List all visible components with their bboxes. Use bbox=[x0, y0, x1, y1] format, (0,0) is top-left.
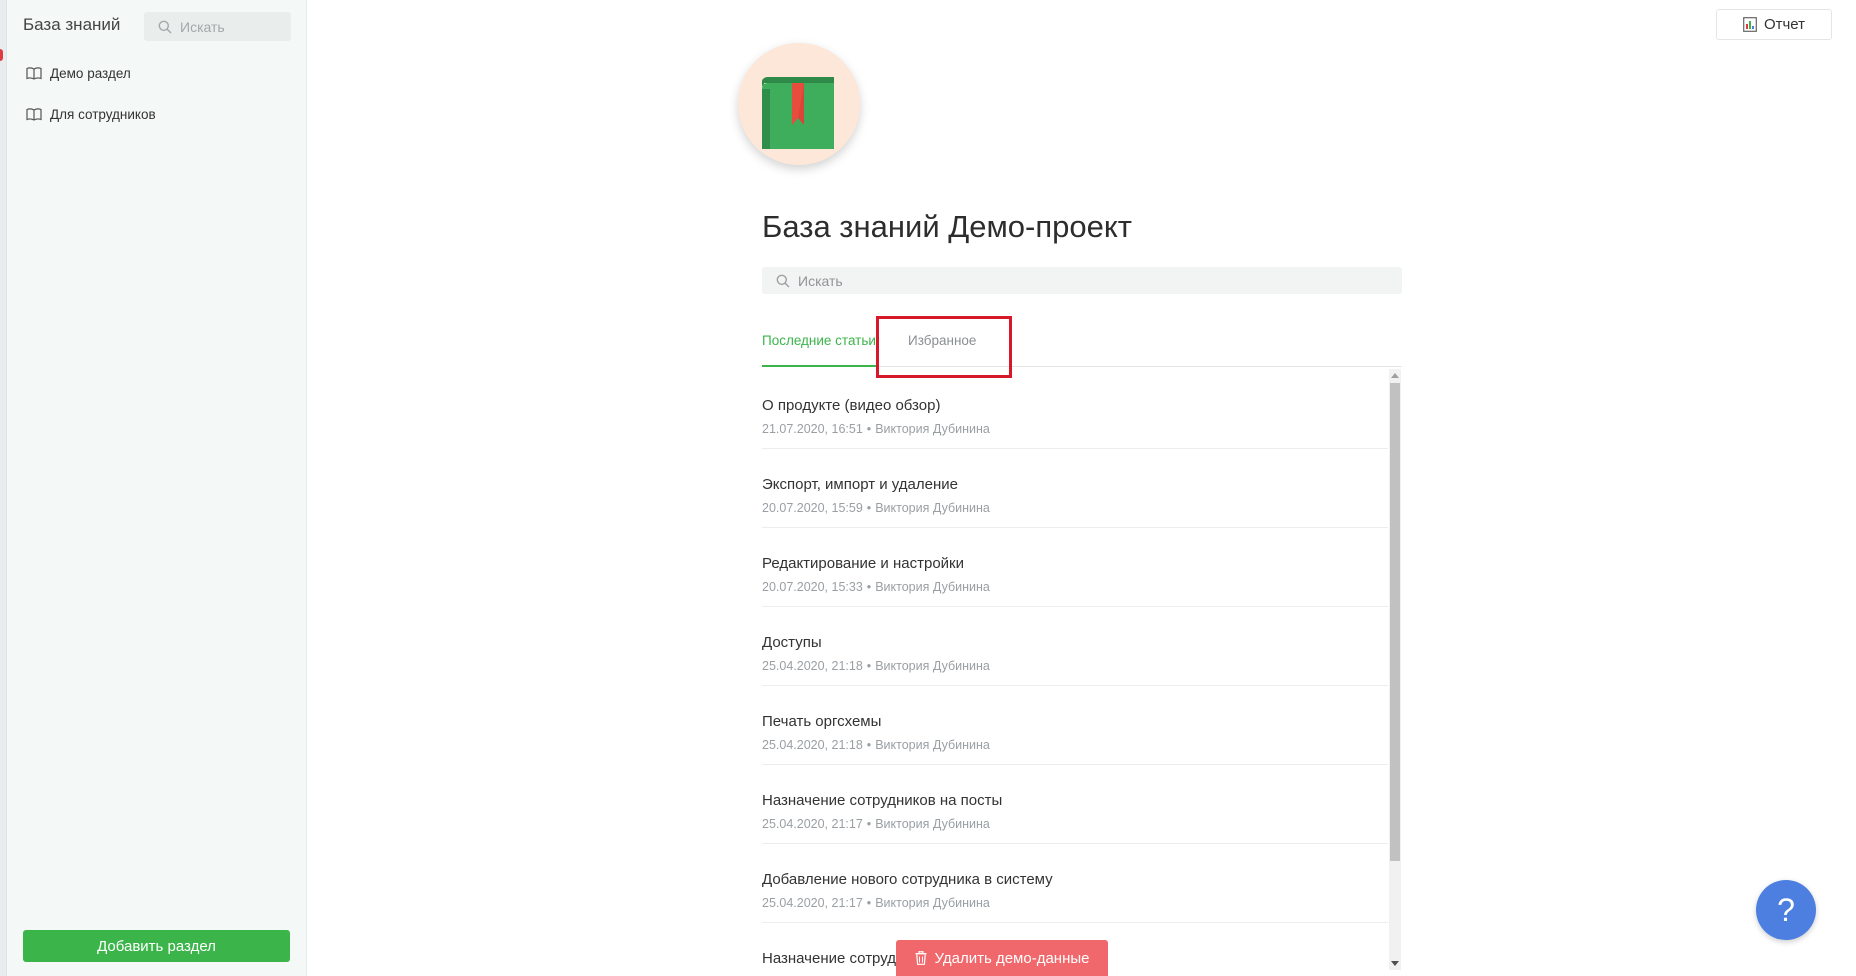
article-author: Виктория Дубинина bbox=[875, 738, 990, 752]
help-button[interactable]: ? bbox=[1756, 880, 1816, 940]
trash-icon bbox=[915, 951, 927, 965]
sidebar-item-label: Для сотрудников bbox=[50, 106, 156, 122]
article-date: 25.04.2020, 21:17 bbox=[762, 896, 863, 910]
article-list: О продукте (видео обзор) 21.07.2020, 16:… bbox=[762, 370, 1388, 976]
article-title: Назначение сотрудников на посты bbox=[762, 792, 1003, 809]
meta-separator: • bbox=[866, 738, 872, 752]
article-meta: 20.07.2020, 15:33 • Виктория Дубинина bbox=[762, 580, 990, 594]
article-item[interactable]: Назначение сотрудников на посты 25.04.20… bbox=[762, 765, 1388, 844]
sidebar-title: База знаний bbox=[23, 15, 121, 34]
sidebar: База знаний Искать Демо раздел Для сотру… bbox=[7, 0, 307, 976]
scroll-down-arrow-icon[interactable] bbox=[1391, 961, 1399, 966]
article-item[interactable]: Экспорт, импорт и удаление 20.07.2020, 1… bbox=[762, 449, 1388, 528]
article-item[interactable]: Добавление нового сотрудника в систему 2… bbox=[762, 844, 1388, 923]
app-edge-strip bbox=[0, 0, 7, 976]
article-date: 25.04.2020, 21:17 bbox=[762, 817, 863, 831]
article-date: 21.07.2020, 16:51 bbox=[762, 422, 863, 436]
article-title: Печать оргсхемы bbox=[762, 713, 882, 730]
article-meta: 20.07.2020, 15:59 • Виктория Дубинина bbox=[762, 501, 990, 515]
article-meta: 25.04.2020, 21:18 • Виктория Дубинина bbox=[762, 659, 990, 673]
article-author: Виктория Дубинина bbox=[875, 580, 990, 594]
sidebar-search-placeholder: Искать bbox=[180, 18, 225, 35]
article-author: Виктория Дубинина bbox=[875, 817, 990, 831]
tab-active-indicator bbox=[762, 365, 876, 367]
article-item[interactable]: Печать оргсхемы 25.04.2020, 21:18 • Виктор… bbox=[762, 686, 1388, 765]
article-title: Экспорт, импорт и удаление bbox=[762, 476, 958, 493]
scroll-up-arrow-icon[interactable] bbox=[1391, 373, 1399, 378]
article-meta: 25.04.2020, 21:18 • Виктория Дубинина bbox=[762, 738, 990, 752]
meta-separator: • bbox=[866, 896, 872, 910]
article-date: 20.07.2020, 15:59 bbox=[762, 501, 863, 515]
tab-recent-articles[interactable]: Последние статьи bbox=[762, 333, 876, 348]
article-item[interactable]: Редактирование и настройки 20.07.2020, 1… bbox=[762, 528, 1388, 607]
article-list-scrollbar[interactable] bbox=[1389, 369, 1401, 970]
delete-demo-data-button[interactable]: Удалить демо-данные bbox=[896, 940, 1108, 976]
report-icon bbox=[1743, 17, 1757, 32]
report-button[interactable]: Отчет bbox=[1716, 9, 1832, 40]
article-item[interactable]: О продукте (видео обзор) 21.07.2020, 16:… bbox=[762, 370, 1388, 449]
article-title: Назначение сотруд bbox=[762, 950, 896, 967]
book-open-icon bbox=[26, 66, 42, 80]
knowledge-base-book-icon bbox=[738, 43, 860, 165]
article-author: Виктория Дубинина bbox=[875, 422, 990, 436]
meta-separator: • bbox=[866, 659, 872, 673]
tab-bar: Последние статьи Избранное bbox=[762, 320, 1402, 368]
article-meta: 25.04.2020, 21:17 • Виктория Дубинина bbox=[762, 817, 990, 831]
meta-separator: • bbox=[866, 817, 872, 831]
article-title: О продукте (видео обзор) bbox=[762, 397, 941, 414]
article-date: 25.04.2020, 21:18 bbox=[762, 659, 863, 673]
book-open-icon bbox=[26, 107, 42, 121]
article-date: 20.07.2020, 15:33 bbox=[762, 580, 863, 594]
article-title: Доступы bbox=[762, 634, 822, 651]
main-search-placeholder: Искать bbox=[798, 272, 843, 289]
article-author: Виктория Дубинина bbox=[875, 501, 990, 515]
sidebar-search-input[interactable]: Искать bbox=[144, 12, 291, 41]
meta-separator: • bbox=[866, 580, 872, 594]
meta-separator: • bbox=[866, 422, 872, 436]
delete-demo-data-label: Удалить демо-данные bbox=[934, 949, 1090, 967]
main-search-input[interactable]: Искать bbox=[762, 267, 1402, 294]
meta-separator: • bbox=[866, 501, 872, 515]
scrollbar-thumb[interactable] bbox=[1390, 383, 1400, 861]
article-date: 25.04.2020, 21:18 bbox=[762, 738, 863, 752]
article-meta: 25.04.2020, 21:17 • Виктория Дубинина bbox=[762, 896, 990, 910]
sidebar-header: База знаний Искать bbox=[7, 0, 307, 52]
sidebar-item-label: Демо раздел bbox=[50, 65, 131, 81]
article-title: Добавление нового сотрудника в систему bbox=[762, 871, 1053, 888]
article-author: Виктория Дубинина bbox=[875, 659, 990, 673]
article-meta: 21.07.2020, 16:51 • Виктория Дубинина bbox=[762, 422, 990, 436]
add-section-button[interactable]: Добавить раздел bbox=[23, 930, 290, 962]
sidebar-item-demo-section[interactable]: Демо раздел bbox=[26, 61, 131, 85]
notification-dot bbox=[0, 49, 3, 61]
article-title: Редактирование и настройки bbox=[762, 555, 964, 572]
report-button-label: Отчет bbox=[1763, 16, 1806, 33]
highlight-annotation-box bbox=[876, 316, 1012, 378]
search-icon bbox=[776, 274, 790, 287]
article-item[interactable]: Доступы 25.04.2020, 21:18 • Виктория Дубин… bbox=[762, 607, 1388, 686]
page-title: База знаний Демо-проект bbox=[762, 209, 1132, 244]
search-icon bbox=[158, 20, 172, 33]
article-author: Виктория Дубинина bbox=[875, 896, 990, 910]
sidebar-item-for-employees[interactable]: Для сотрудников bbox=[26, 102, 156, 126]
